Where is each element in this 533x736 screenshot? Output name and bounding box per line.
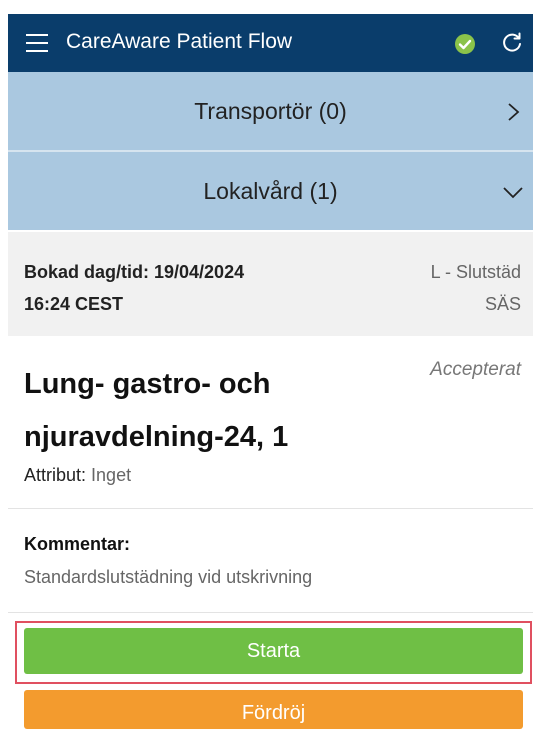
- delay-button[interactable]: Fördröj: [24, 690, 523, 729]
- task-type-site: SÄS: [484, 294, 521, 314]
- attribute-label: Attribut:: [24, 465, 87, 485]
- start-button[interactable]: Starta: [24, 628, 523, 674]
- booked-date: Bokad dag/tid: 19/04/2024: [24, 262, 245, 282]
- attribute-row: Attribut: Inget: [24, 465, 131, 486]
- task-title-line1: Lung- gastro- och: [24, 368, 271, 400]
- refresh-icon[interactable]: [500, 31, 524, 55]
- comment-label: Kommentar:: [24, 534, 131, 554]
- section-lokalvard-label: Lokalvård (1): [203, 178, 338, 204]
- booked-time: 16:24 CEST: [24, 294, 124, 314]
- attribute-value: Inget: [91, 465, 132, 485]
- task-type-name: L - Slutstäd: [430, 262, 521, 282]
- comment-text: Standardslutstädning vid utskrivning: [24, 567, 313, 587]
- task-title: Lung- gastro- och njuravdelning-24, 1: [24, 358, 384, 464]
- app-title: CareAware Patient Flow: [66, 30, 293, 53]
- task-status: Accepterat: [430, 359, 521, 380]
- booked-datetime: Bokad dag/tid: 19/04/2024 16:24 CEST: [24, 256, 344, 320]
- task-info-bar: Bokad dag/tid: 19/04/2024 16:24 CEST L -…: [8, 232, 533, 336]
- section-transportor-label: Transportör (0): [194, 98, 347, 124]
- divider: [8, 612, 533, 613]
- menu-icon[interactable]: [26, 34, 48, 52]
- status-check-icon: [455, 34, 475, 54]
- section-transportor[interactable]: Transportör (0): [8, 72, 533, 150]
- divider: [8, 508, 533, 509]
- section-lokalvard[interactable]: Lokalvård (1): [8, 152, 533, 230]
- task-title-line2: njuravdelning-24, 1: [24, 421, 289, 453]
- task-type: L - Slutstäd SÄS: [321, 256, 521, 320]
- app-header: CareAware Patient Flow: [8, 14, 533, 72]
- chevron-right-icon: [508, 103, 520, 121]
- chevron-down-icon: [503, 187, 523, 199]
